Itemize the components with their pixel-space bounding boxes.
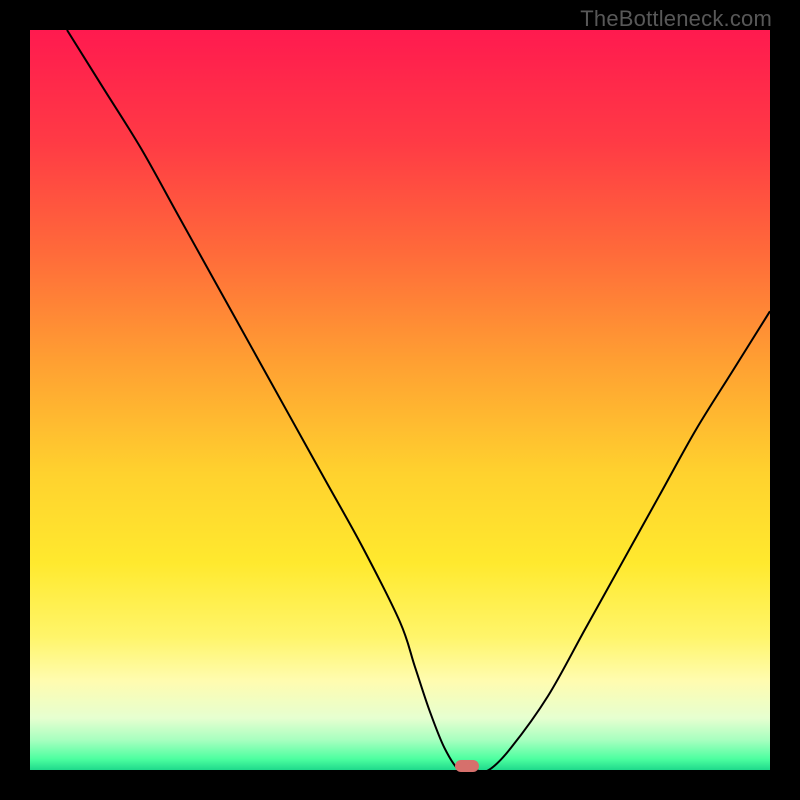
- watermark-text: TheBottleneck.com: [580, 6, 772, 32]
- optimal-marker: [455, 760, 479, 772]
- chart-frame: TheBottleneck.com: [0, 0, 800, 800]
- bottleneck-curve: [67, 30, 770, 770]
- curve-layer: [30, 30, 770, 770]
- plot-area: [30, 30, 770, 770]
